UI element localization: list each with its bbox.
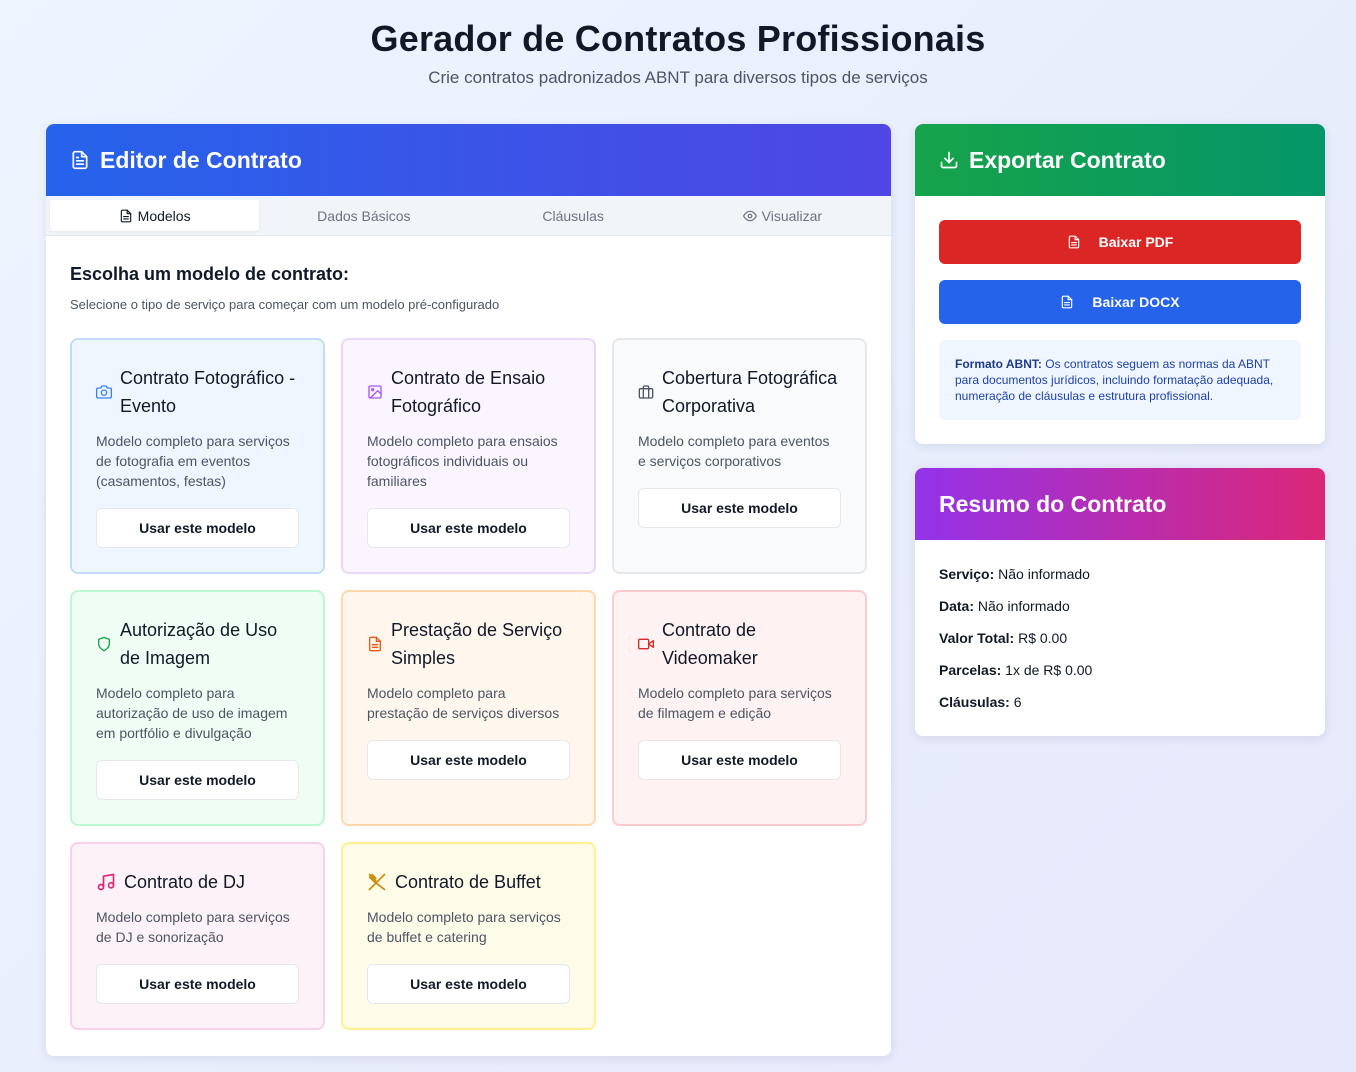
export-card: Exportar Contrato Baixar PDF Baixar DOCX…	[915, 124, 1325, 444]
editor-title: Editor de Contrato	[100, 146, 302, 173]
template-title: Prestação de Serviço Simples	[391, 620, 563, 668]
summary-value: R$ 0.00	[1018, 630, 1068, 646]
template-title: Contrato de DJ	[124, 872, 246, 892]
summary-row-clausulas: Cláusulas: 6	[939, 692, 1301, 724]
video-icon	[638, 636, 654, 652]
template-description: Modelo completo para serviços de filmage…	[638, 685, 832, 721]
summary-row-parcelas: Parcelas: 1x de R$ 0.00	[939, 660, 1301, 692]
file-text-icon	[1060, 295, 1074, 309]
template-card-dj[interactable]: Contrato de DJ Modelo completo para serv…	[70, 842, 325, 1030]
template-title: Contrato de Videomaker	[662, 620, 758, 668]
image-icon	[367, 384, 383, 400]
page-header: Gerador de Contratos Profissionais Crie …	[0, 18, 1356, 88]
editor-body: Escolha um modelo de contrato: Selecione…	[46, 236, 891, 1038]
summary-row-servico: Serviço: Não informado	[939, 564, 1301, 596]
editor-header: Editor de Contrato	[46, 124, 891, 196]
summary-value: 1x de R$ 0.00	[1005, 662, 1093, 678]
summary-title: Resumo do Contrato	[939, 490, 1167, 517]
template-title: Autorização de Uso de Imagem	[120, 620, 278, 668]
summary-row-valor-total: Valor Total: R$ 0.00	[939, 628, 1301, 660]
summary-card: Resumo do Contrato Serviço: Não informad…	[915, 468, 1325, 736]
template-title: Cobertura Fotográfica Corporativa	[662, 368, 838, 416]
abnt-note-label: Formato ABNT:	[955, 357, 1042, 371]
use-template-button[interactable]: Usar este modelo	[367, 964, 570, 1004]
template-description: Modelo completo para eventos e serviços …	[638, 433, 830, 469]
template-card-videomaker[interactable]: Contrato de Videomaker Modelo completo p…	[612, 590, 867, 826]
abnt-note: Formato ABNT: Os contratos seguem as nor…	[939, 340, 1301, 420]
camera-icon	[96, 384, 112, 400]
tab-label: Dados Básicos	[317, 207, 411, 224]
tab-dados-basicos[interactable]: Dados Básicos	[259, 200, 468, 231]
page-subtitle: Crie contratos padronizados ABNT para di…	[428, 68, 928, 87]
use-template-button[interactable]: Usar este modelo	[96, 964, 299, 1004]
use-template-button[interactable]: Usar este modelo	[96, 508, 299, 548]
template-description: Modelo completo para ensaios fotográfico…	[367, 433, 558, 489]
template-card-fotografico-evento[interactable]: Contrato Fotográfico - Evento Modelo com…	[70, 338, 325, 574]
summary-value: 6	[1013, 694, 1022, 710]
summary-row-data: Data: Não informado	[939, 596, 1301, 628]
template-title: Contrato de Buffet	[395, 872, 541, 892]
download-pdf-button[interactable]: Baixar PDF	[939, 220, 1301, 264]
file-text-icon	[367, 636, 383, 652]
summary-label: Data:	[939, 598, 975, 614]
summary-label: Cláusulas:	[939, 694, 1010, 710]
music-icon	[96, 872, 116, 892]
template-description: Modelo completo para prestação de serviç…	[367, 685, 560, 721]
template-card-ensaio-fotografico[interactable]: Contrato de Ensaio Fotográfico Modelo co…	[341, 338, 596, 574]
tab-visualizar[interactable]: Visualizar	[678, 200, 887, 231]
file-text-icon	[119, 209, 133, 223]
download-pdf-label: Baixar PDF	[1098, 234, 1174, 250]
template-description: Modelo completo para autorização de uso …	[96, 685, 288, 741]
template-title: Contrato Fotográfico - Evento	[120, 368, 296, 416]
tab-label: Cláusulas	[542, 207, 604, 224]
tab-list: Modelos Dados Básicos Cláusulas Visualiz…	[46, 196, 891, 236]
template-card-cobertura-corporativa[interactable]: Cobertura Fotográfica Corporativa Modelo…	[612, 338, 867, 574]
download-docx-button[interactable]: Baixar DOCX	[939, 280, 1301, 324]
editor-card: Editor de Contrato Modelos Dados Básicos…	[46, 124, 891, 1056]
export-header: Exportar Contrato	[915, 124, 1325, 196]
tab-modelos[interactable]: Modelos	[50, 200, 260, 231]
summary-label: Valor Total:	[939, 630, 1015, 646]
use-template-button[interactable]: Usar este modelo	[367, 508, 570, 548]
template-description: Modelo completo para serviços de buffet …	[367, 909, 561, 945]
summary-label: Parcelas:	[939, 662, 1002, 678]
template-description: Modelo completo para serviços de DJ e so…	[96, 909, 290, 945]
download-docx-label: Baixar DOCX	[1092, 294, 1180, 310]
section-description: Selecione o tipo de serviço para começar…	[70, 297, 500, 312]
summary-header: Resumo do Contrato	[915, 468, 1325, 540]
file-text-icon	[70, 150, 90, 170]
use-template-button[interactable]: Usar este modelo	[367, 740, 570, 780]
page-title: Gerador de Contratos Profissionais	[370, 18, 986, 59]
use-template-button[interactable]: Usar este modelo	[638, 488, 841, 528]
download-icon	[939, 150, 959, 170]
utensils-icon	[367, 872, 387, 892]
summary-value: Não informado	[998, 566, 1090, 582]
template-card-prestacao-servico[interactable]: Prestação de Serviço Simples Modelo comp…	[341, 590, 596, 826]
template-card-uso-de-imagem[interactable]: Autorização de Uso de Imagem Modelo comp…	[70, 590, 325, 826]
file-text-icon	[1067, 235, 1081, 249]
eye-icon	[742, 209, 757, 223]
template-card-buffet[interactable]: Contrato de Buffet Modelo completo para …	[341, 842, 596, 1030]
use-template-button[interactable]: Usar este modelo	[96, 760, 299, 800]
summary-value: Não informado	[977, 598, 1070, 614]
tab-label: Modelos	[137, 207, 191, 224]
tab-clausulas[interactable]: Cláusulas	[469, 200, 678, 231]
section-title: Escolha um modelo de contrato:	[70, 264, 350, 284]
template-title: Contrato de Ensaio Fotográfico	[391, 368, 546, 416]
summary-label: Serviço:	[939, 566, 995, 582]
tab-label: Visualizar	[761, 207, 823, 224]
use-template-button[interactable]: Usar este modelo	[638, 740, 841, 780]
briefcase-icon	[638, 384, 654, 400]
template-description: Modelo completo para serviços de fotogra…	[96, 433, 290, 489]
export-title: Exportar Contrato	[969, 146, 1166, 173]
template-grid: Contrato Fotográfico - Evento Modelo com…	[70, 338, 867, 1038]
shield-icon	[96, 636, 112, 652]
